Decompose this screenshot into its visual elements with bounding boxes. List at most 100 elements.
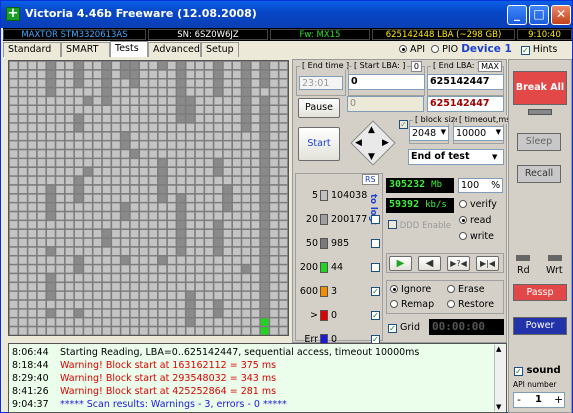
api-radio[interactable] [399,45,407,53]
scan-block [260,327,269,335]
scan-block [195,132,204,140]
scan-block [121,159,130,167]
rs-button[interactable]: RS [362,174,379,185]
end-lba-field[interactable]: 625142447 [427,74,504,90]
log-scrollbar[interactable]: ▲ ▼ [494,345,506,411]
tab-standard[interactable]: Standard [3,42,61,57]
restore-option[interactable]: Restore [447,299,494,310]
scan-block [130,291,139,300]
scan-block [121,230,130,238]
minimize-button[interactable]: _ [507,5,527,25]
scan-block [260,203,269,211]
pio-radio[interactable] [431,45,440,53]
scan-block [149,150,157,158]
start-lba-badge[interactable]: 0 [410,61,422,72]
scan-block [251,79,260,87]
tab-advanced[interactable]: Advanced [148,42,201,57]
erase-option[interactable]: Erase [447,284,485,295]
log-checkbox[interactable]: ✓ [371,287,380,296]
scan-block [19,265,27,273]
scan-block [260,114,269,123]
write-option[interactable]: write [459,231,494,242]
log-checkbox[interactable] [371,263,380,272]
arrow-up-icon[interactable]: ▲ [368,125,375,135]
maximize-button[interactable]: □ [529,5,549,25]
scan-block [233,283,241,291]
scan-block [223,123,232,131]
scan-block [186,238,195,247]
start-lba-field[interactable]: 0 [348,74,425,90]
ignore-option[interactable]: Ignore [390,284,431,295]
sound-option[interactable]: ✓ sound [514,365,561,376]
sleep-button[interactable]: Sleep [517,133,561,151]
scan-block [167,79,176,87]
scan-block [19,106,27,114]
read-option[interactable]: read [459,215,491,226]
chevron-down-icon[interactable]: ▼ [496,128,501,136]
pause-button[interactable]: Pause [298,98,340,118]
device-label[interactable]: Device 1 [461,43,512,55]
scan-block [158,168,167,176]
end-lba-group: [ End LBA: ] MAX 625142447 [427,61,504,96]
scan-block [47,106,55,114]
scan-block [112,185,120,193]
log-checkbox[interactable] [371,215,380,224]
log-message: Warning! Block start at 293548032 = 343 … [60,373,277,384]
rewind-icon[interactable]: ◀ [418,256,441,271]
chevron-down-icon[interactable]: ▼ [492,153,497,161]
grid-option[interactable]: ✓ Grid [388,322,420,333]
tab-tests[interactable]: Tests [110,41,148,57]
scan-block [28,106,37,114]
recall-button[interactable]: Recall [517,165,561,183]
power-button[interactable]: Power [513,317,567,335]
scan-block [205,70,213,78]
chevron-down-icon[interactable]: ▼ [441,128,446,136]
log-entry: 8:06:44 Starting Reading, LBA=0..62514244… [12,347,419,360]
scan-block [214,168,223,176]
scan-block [158,238,167,247]
scan-block [56,70,64,78]
end-icon[interactable]: ▶|◀ [476,256,499,271]
end-time-field[interactable]: 23:01 [299,76,343,90]
scan-block [121,132,130,140]
verify-radio[interactable] [459,200,467,208]
log-checkbox[interactable]: ✓ [371,311,380,320]
hints-checkbox[interactable]: ✓ [520,46,530,55]
break-all-button[interactable]: Break All [513,71,567,105]
arrow-left-icon[interactable]: ◀ [355,138,362,148]
api-number-spinner[interactable]: - 1 + [513,392,565,408]
remap-option[interactable]: Remap [390,299,434,310]
scan-block [19,168,27,176]
scroll-down-icon[interactable]: ▼ [496,403,501,411]
verify-option[interactable]: verify [459,199,497,210]
close-button[interactable]: ✕ [551,5,571,25]
minus-icon[interactable]: - [517,393,521,406]
skip-icon[interactable]: ▶?◀ [447,256,470,271]
read-radio[interactable] [459,216,467,224]
play-icon[interactable]: ▶ [389,256,412,271]
scan-block [167,212,176,220]
scan-block [186,159,195,167]
ddd-option[interactable]: DDD Enable [388,220,451,231]
nav-checkbox[interactable]: ✓ [399,120,408,129]
scan-block [28,97,37,105]
tab-setup[interactable]: Setup [201,42,239,57]
tab-smart[interactable]: SMART [61,42,110,57]
log-checkbox[interactable] [371,239,380,248]
arrow-right-icon[interactable]: ▶ [382,138,389,148]
write-radio[interactable] [459,232,467,240]
end-action-select[interactable]: End of test [408,149,504,165]
test-control-panel: [ End time ] 23:01 [ Start LBA: ] 0 0 [ … [292,59,519,345]
scan-block [251,327,260,335]
title-bar[interactable]: + Victoria 4.46b Freeware (12.08.2008) _… [1,1,572,28]
start-button[interactable]: Start [298,127,340,161]
scan-block [251,212,260,220]
end-lba-max-button[interactable]: MAX [478,61,502,72]
passp-button[interactable]: Passp [513,284,567,301]
scan-block [158,159,167,167]
scroll-up-icon[interactable]: ▲ [496,345,501,353]
scan-block [28,114,37,123]
event-log[interactable]: 8:06:44 Starting Reading, LBA=0..62514244… [8,343,507,413]
arrow-down-icon[interactable]: ▼ [368,152,375,162]
plus-icon[interactable]: + [554,393,563,406]
